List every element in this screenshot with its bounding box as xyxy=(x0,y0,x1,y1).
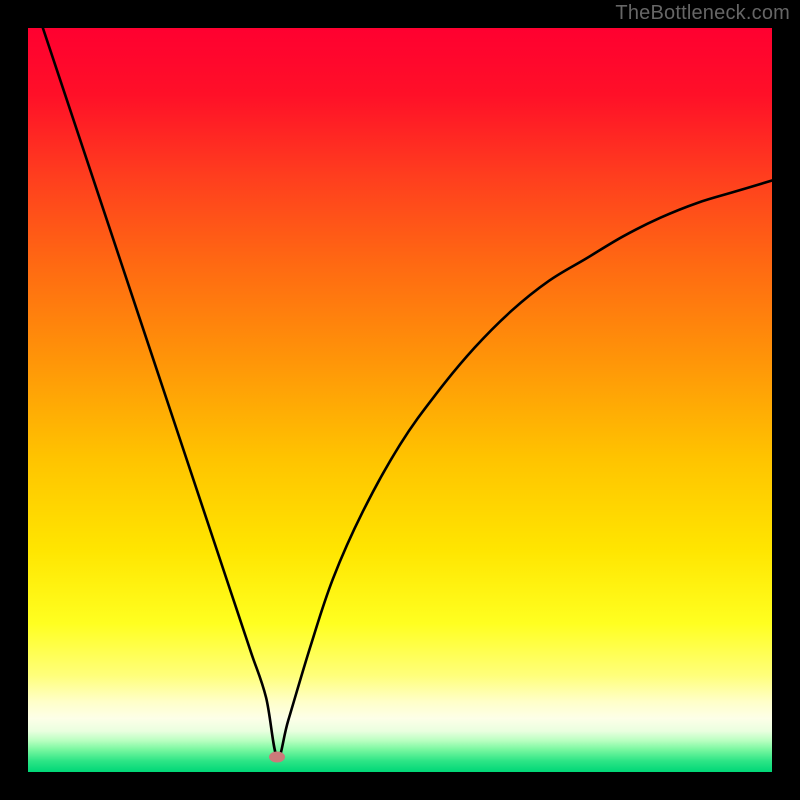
plot-area xyxy=(28,28,772,772)
image-frame: TheBottleneck.com xyxy=(0,0,800,800)
curve-layer xyxy=(28,28,772,772)
optimum-marker xyxy=(269,752,285,763)
bottleneck-curve xyxy=(43,28,772,758)
watermark-text: TheBottleneck.com xyxy=(615,2,790,25)
